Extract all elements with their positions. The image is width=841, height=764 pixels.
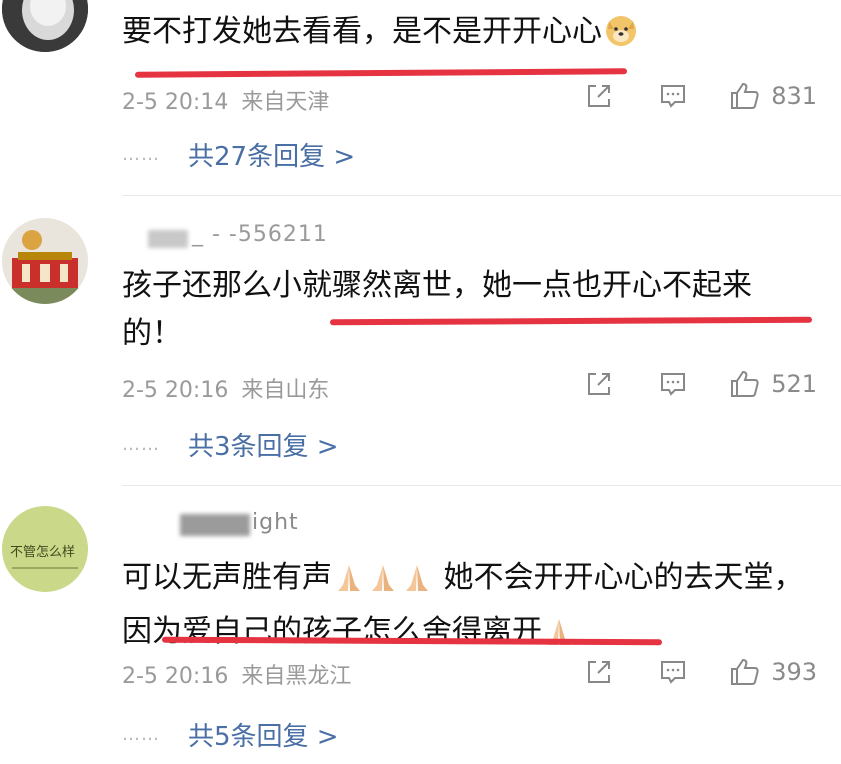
avatar[interactable]: 不管怎么样	[2, 506, 88, 592]
like-count: 393	[771, 658, 817, 686]
comment-time: 2-5 20:14	[122, 90, 229, 115]
praying-hands-emoji-icon	[368, 560, 398, 608]
reply-count-label: 共3条回复 >	[188, 432, 339, 462]
comment-2: _ - -556211 孩子还那么小就骤然离世，她一点也开心不起来的！ 2-5 …	[0, 196, 841, 486]
comment-actions: 831	[581, 78, 817, 114]
comment-location: 来自天津	[241, 90, 330, 115]
comment-location: 来自山东	[241, 378, 330, 403]
like-icon[interactable]	[727, 366, 763, 402]
reply-dots: ……	[122, 144, 160, 165]
blurred-username	[180, 514, 250, 536]
comment-actions: 393	[581, 654, 817, 690]
comment-text: 孩子还那么小就骤然离世，她一点也开心不起来的！	[122, 268, 752, 351]
avatar-image: 不管怎么样	[2, 506, 88, 592]
like-count: 521	[771, 370, 817, 398]
comment-icon[interactable]	[655, 366, 691, 402]
like-icon[interactable]	[727, 78, 763, 114]
blurred-username	[148, 230, 188, 248]
avatar[interactable]	[2, 218, 88, 304]
avatar-image	[2, 218, 88, 304]
username[interactable]: ight	[252, 510, 299, 535]
view-replies-link[interactable]: …… 共3条回复 >	[122, 426, 339, 463]
reply-dots: ……	[122, 434, 160, 455]
comment-icon[interactable]	[655, 654, 691, 690]
reply-count-label: 共5条回复 >	[188, 722, 339, 752]
comment-text-content: 要不打发她去看看，是不是开开心心	[122, 14, 602, 49]
comment-actions: 521	[581, 366, 817, 402]
like-count: 831	[771, 82, 817, 110]
share-icon[interactable]	[581, 654, 617, 690]
svg-text:不管怎么样: 不管怎么样	[10, 545, 75, 560]
comment-location: 来自黑龙江	[241, 664, 352, 689]
avatar-image	[2, 0, 88, 52]
share-icon[interactable]	[581, 366, 617, 402]
reply-count-label: 共27条回复 >	[188, 142, 356, 172]
doge-emoji-icon	[604, 13, 638, 62]
comment-icon[interactable]	[655, 78, 691, 114]
view-replies-link[interactable]: …… 共5条回复 >	[122, 716, 339, 753]
comment-time: 2-5 20:16	[122, 378, 229, 403]
comment-meta: 2-5 20:14 来自天津	[122, 84, 329, 116]
comment-text: 要不打发她去看看，是不是开开心心	[122, 8, 805, 62]
comment-meta: 2-5 20:16 来自山东	[122, 372, 329, 404]
avatar[interactable]	[2, 0, 88, 52]
comment-1: 要不打发她去看看，是不是开开心心 2-5 20:14 来自天津 831 …… 共…	[0, 0, 841, 196]
share-icon[interactable]	[581, 78, 617, 114]
praying-hands-emoji-icon	[402, 560, 432, 608]
praying-hands-emoji-icon	[334, 560, 364, 608]
reply-dots: ……	[122, 724, 160, 745]
comment-time: 2-5 20:16	[122, 664, 229, 689]
highlight-underline	[134, 68, 628, 78]
comment-meta: 2-5 20:16 来自黑龙江	[122, 658, 351, 690]
comment-text-part1: 可以无声胜有声	[122, 560, 332, 595]
username[interactable]: _ - -556211	[192, 222, 328, 247]
like-icon[interactable]	[727, 654, 763, 690]
comment-text: 可以无声胜有声 她不会开开心心的去天堂，因为爱自己的孩子怎么舍得离开	[122, 554, 805, 662]
comment-3: 不管怎么样 ight 可以无声胜有声 她不会开开心心的去天堂，因为爱自己的孩子怎…	[0, 486, 841, 764]
view-replies-link[interactable]: …… 共27条回复 >	[122, 136, 355, 173]
